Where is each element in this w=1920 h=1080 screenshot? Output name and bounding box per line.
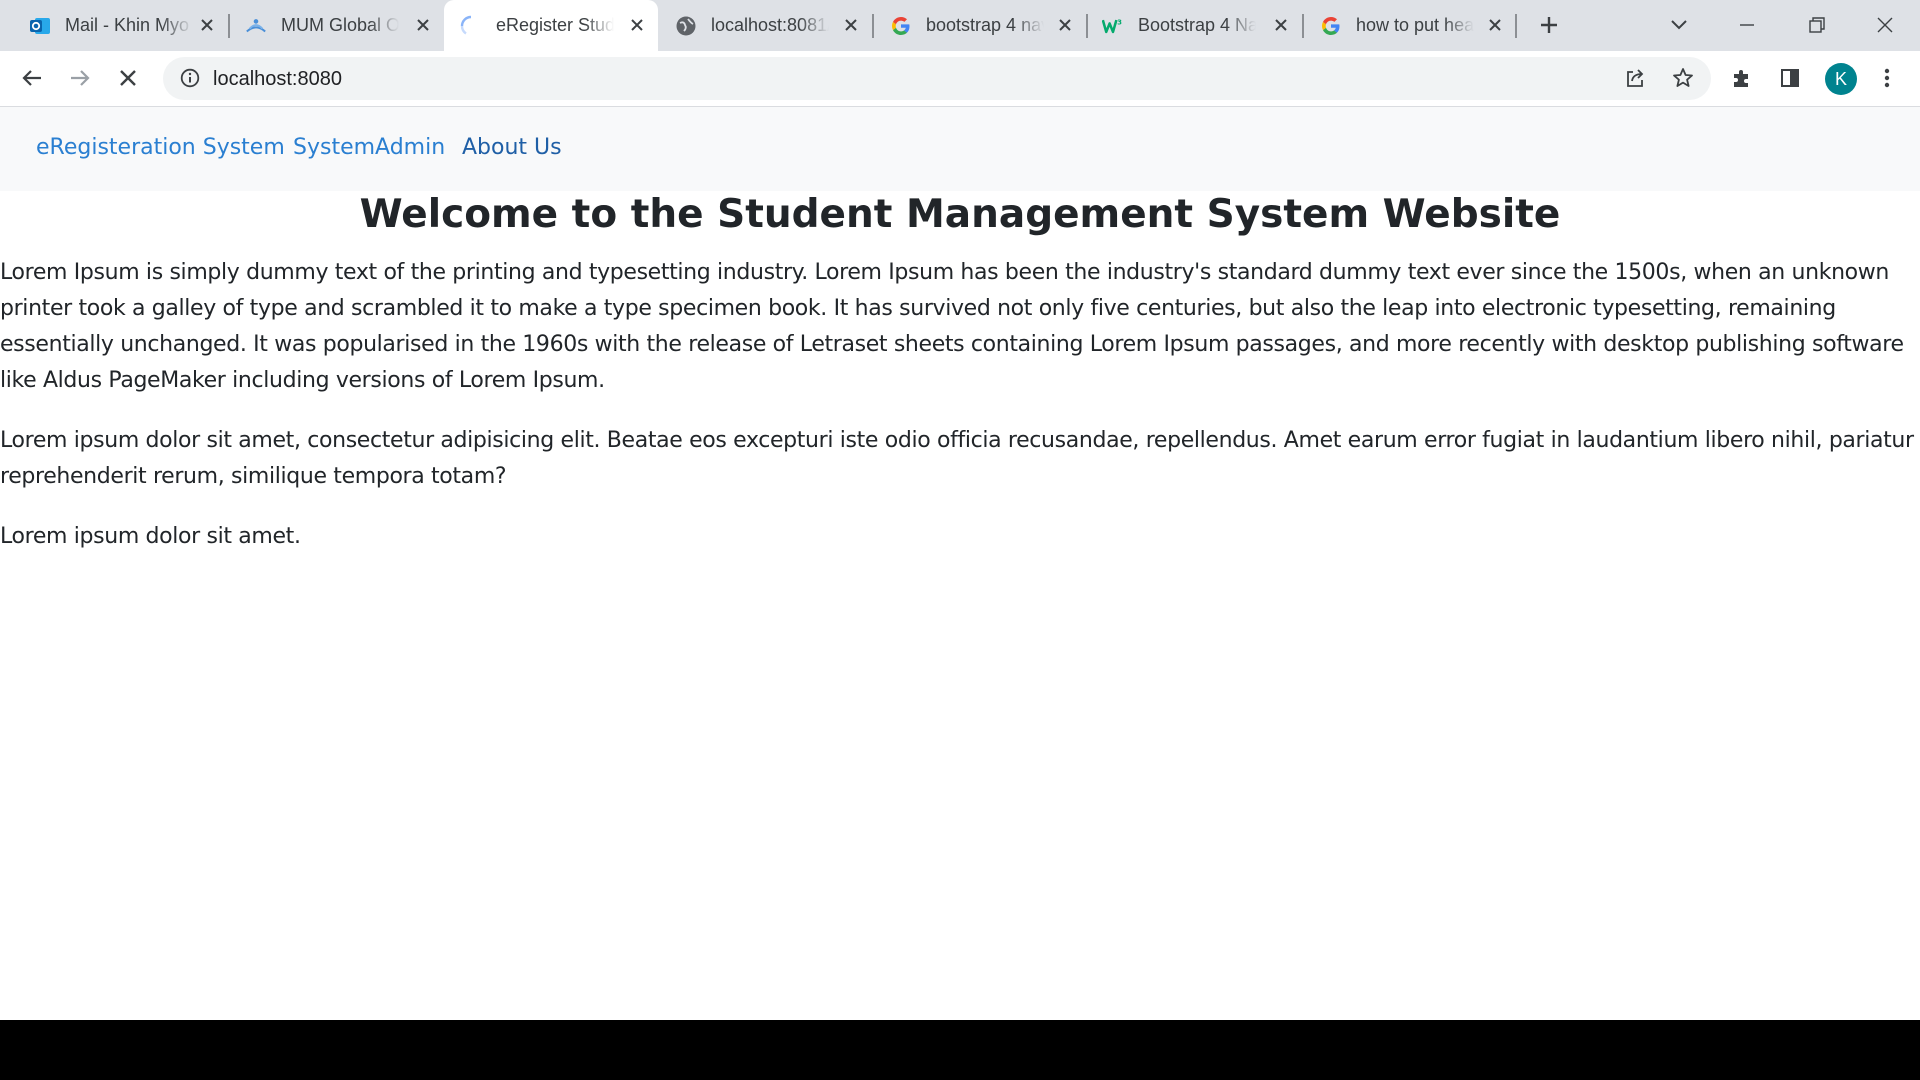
close-icon[interactable] xyxy=(840,14,862,36)
url-text: localhost:8080 xyxy=(213,68,342,90)
tab-title: Bootstrap 4 Navbar xyxy=(1138,15,1256,35)
site-navbar: eRegisteration System SystemAdmin About … xyxy=(0,107,1920,191)
paragraph-2: Lorem ipsum dolor sit amet, consectetur … xyxy=(0,428,1914,489)
tab-how-to-put-header[interactable]: how to put header xyxy=(1304,0,1516,51)
close-icon xyxy=(1877,17,1893,33)
minimize-button[interactable] xyxy=(1730,8,1764,42)
svg-text:3: 3 xyxy=(1117,18,1122,26)
page-title: Welcome to the Student Management System… xyxy=(359,192,1561,237)
google-icon xyxy=(1320,15,1342,37)
minimize-icon xyxy=(1740,24,1754,26)
close-icon[interactable] xyxy=(1484,14,1506,36)
close-window-button[interactable] xyxy=(1868,8,1902,42)
close-icon[interactable] xyxy=(1054,14,1076,36)
tab-mail[interactable]: Mail - Khin Myo xyxy=(0,0,228,51)
bookmark-star-icon[interactable] xyxy=(1668,63,1698,93)
back-button[interactable] xyxy=(15,61,49,95)
tab-title: MUM Global Online xyxy=(281,15,399,35)
tab-title: Mail - Khin Myo xyxy=(65,15,190,35)
tab-eregister[interactable]: eRegister Student xyxy=(444,0,658,51)
restore-button[interactable] xyxy=(1800,8,1834,42)
w3schools-icon: 3 xyxy=(1102,15,1124,37)
address-bar[interactable]: localhost:8080 xyxy=(163,57,1711,100)
tab-bootstrap-navbar[interactable]: bootstrap 4 navbar xyxy=(874,0,1086,51)
tab-title: bootstrap 4 navbar xyxy=(926,15,1044,35)
tab-w3schools[interactable]: 3 Bootstrap 4 Navbar xyxy=(1088,0,1302,51)
close-icon[interactable] xyxy=(412,14,434,36)
arrow-right-icon xyxy=(71,70,90,86)
side-panel-button[interactable] xyxy=(1773,61,1807,95)
globe-icon xyxy=(675,15,697,37)
tab-title: eRegister Student xyxy=(496,15,614,35)
forward-button[interactable] xyxy=(63,61,97,95)
share-icon[interactable] xyxy=(1620,63,1650,93)
restore-icon xyxy=(1809,17,1825,33)
tab-localhost-8081[interactable]: localhost:8081/ xyxy=(658,0,872,51)
chevron-down-icon xyxy=(1671,20,1687,30)
google-icon xyxy=(890,15,912,37)
nav-link-about-us[interactable]: About Us xyxy=(462,135,562,160)
loading-spinner-icon xyxy=(460,15,482,37)
info-icon[interactable] xyxy=(175,63,205,93)
new-tab-button[interactable] xyxy=(1532,8,1566,42)
paragraph-1: Lorem Ipsum is simply dummy text of the … xyxy=(0,260,1904,393)
side-panel-icon xyxy=(1781,69,1799,87)
navbar-brand[interactable]: eRegisteration System xyxy=(36,135,285,160)
avatar[interactable]: K xyxy=(1825,63,1857,95)
nav-link-systemadmin[interactable]: SystemAdmin xyxy=(293,135,445,160)
tab-mum[interactable]: MUM Global Online xyxy=(230,0,444,51)
tab-divider xyxy=(1515,14,1517,38)
close-icon[interactable] xyxy=(626,14,648,36)
stop-loading-button[interactable] xyxy=(111,61,145,95)
tab-search-button[interactable] xyxy=(1662,8,1696,42)
web-page: eRegisteration System SystemAdmin About … xyxy=(0,107,1920,1020)
tab-title: localhost:8081/ xyxy=(711,15,829,35)
outlook-icon xyxy=(29,15,51,37)
stop-icon xyxy=(120,70,136,86)
browser-window: Mail - Khin Myo MUM Global Online eRegis… xyxy=(0,0,1920,1020)
browser-toolbar: localhost:8080 K xyxy=(0,51,1920,107)
taskbar-area xyxy=(0,1020,1920,1080)
arrow-left-icon xyxy=(22,70,41,86)
paragraph-3: Lorem ipsum dolor sit amet. xyxy=(0,524,301,549)
mum-icon xyxy=(245,15,267,37)
puzzle-icon xyxy=(1734,70,1748,87)
kebab-menu-icon xyxy=(1884,68,1890,88)
plus-icon xyxy=(1541,17,1557,33)
tab-title: how to put header xyxy=(1356,15,1474,35)
tab-strip: Mail - Khin Myo MUM Global Online eRegis… xyxy=(0,0,1920,51)
close-icon[interactable] xyxy=(1270,14,1292,36)
extensions-button[interactable] xyxy=(1725,61,1759,95)
menu-button[interactable] xyxy=(1870,61,1904,95)
close-icon[interactable] xyxy=(196,14,218,36)
